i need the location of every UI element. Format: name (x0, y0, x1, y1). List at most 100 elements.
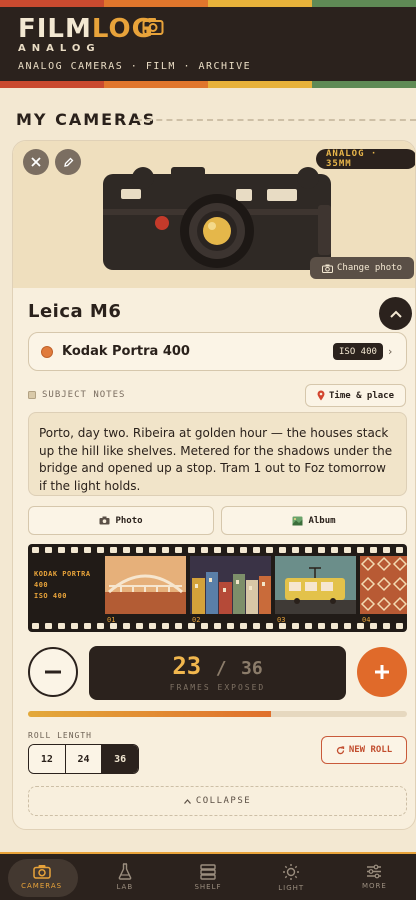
time-place-button[interactable]: Time & place (305, 384, 406, 407)
refresh-icon (336, 745, 344, 754)
frame-counter: 23 / 36 FRAMES EXPOSED (89, 646, 346, 700)
nav-label: MORE (361, 882, 387, 890)
format-badge: ANALOG · 35MM (316, 149, 415, 169)
new-roll-label: NEW ROLL (348, 745, 393, 755)
sprocket-hole (136, 547, 143, 553)
film-strip-label-line: 400 (34, 581, 49, 589)
close-button[interactable] (23, 149, 49, 175)
collapse-button[interactable]: COLLAPSE (28, 786, 407, 816)
sprocket-hole (331, 623, 338, 629)
sprocket-hole (266, 623, 273, 629)
sprocket-hole (305, 623, 312, 629)
sprocket-hole (32, 623, 39, 629)
change-photo-button[interactable]: Change photo (310, 257, 414, 279)
nav-label: LIGHT (278, 883, 305, 892)
sprocket-hole (175, 547, 182, 553)
sprocket-hole (318, 547, 325, 553)
roll-option-36[interactable]: 36 (102, 745, 138, 773)
nav-item-light[interactable]: LIGHT (250, 854, 333, 900)
sprocket-hole (149, 623, 156, 629)
sprocket-hole (123, 623, 130, 629)
sprocket-hole (45, 547, 52, 553)
film-frame[interactable] (105, 556, 186, 614)
camera-icon (321, 264, 333, 273)
sprocket-hole (266, 547, 273, 553)
frame-number: 02 (192, 616, 201, 624)
sprocket-hole (201, 623, 208, 629)
roll-progress-bar (28, 711, 407, 717)
pencil-icon (63, 157, 73, 167)
collapse-card-button[interactable] (379, 297, 412, 330)
sprocket-hole (58, 547, 65, 553)
sprocket-hole (240, 623, 247, 629)
sprocket-hole (123, 547, 130, 553)
sprocket-hole (396, 547, 403, 553)
tram-thumbnail (275, 556, 356, 614)
sprocket-hole (214, 623, 221, 629)
frame-count: 23 / 36 (89, 652, 346, 680)
frame-number: 01 (107, 616, 116, 624)
film-frame[interactable] (360, 556, 407, 614)
increment-frame-button[interactable] (357, 647, 407, 697)
film-selector[interactable]: Kodak Portra 400 ISO 400 › (28, 332, 407, 371)
film-frame[interactable] (275, 556, 356, 614)
app-tagline: ANALOG CAMERAS · FILM · ARCHIVE (18, 61, 252, 72)
roll-option-12[interactable]: 12 (29, 745, 66, 773)
change-photo-label: Change photo (336, 263, 403, 273)
app-logo: FILMLOG (18, 14, 154, 44)
subject-notes-field[interactable]: Porto, day two. Ribeira at golden hour —… (28, 412, 407, 496)
roll-progress-fill (28, 711, 271, 717)
sprocket-hole (162, 623, 169, 629)
close-icon (31, 157, 41, 167)
decrement-frame-button[interactable] (28, 647, 78, 697)
roll-option-24[interactable]: 24 (65, 745, 103, 773)
roll-length-selector: 12 24 36 (28, 744, 139, 774)
sun-icon (283, 863, 300, 880)
sliders-icon (367, 864, 382, 879)
sprocket-hole (370, 623, 377, 629)
add-album-button[interactable]: Album (221, 506, 407, 535)
photo-button-label: Photo (115, 515, 143, 526)
sprocket-hole (162, 547, 169, 553)
sprocket-hole (110, 547, 117, 553)
sprocket-hole (97, 623, 104, 629)
album-button-label: Album (308, 515, 336, 526)
sprocket-hole (32, 547, 39, 553)
chevron-up-icon (389, 310, 402, 318)
nav-item-cameras[interactable]: CAMERAS (0, 854, 83, 900)
nav-label: CAMERAS (21, 882, 63, 890)
add-photo-button[interactable]: Photo (28, 506, 214, 535)
plus-icon (375, 665, 389, 679)
sprocket-hole (292, 547, 299, 553)
chevron-right-icon: › (388, 345, 393, 358)
sprocket-hole (344, 547, 351, 553)
camera-name: Leica M6 (28, 301, 122, 322)
sprocket-hole (136, 623, 143, 629)
app-header: FILMLOG ANALOG ANALOG CAMERAS · FILM · A… (0, 0, 416, 88)
camera-photo: ANALOG · 35MM Change photo (13, 141, 415, 288)
sprocket-hole (149, 547, 156, 553)
nav-label: SHELF (194, 882, 222, 891)
film-strip-label-line: KODAK PORTRA (34, 570, 91, 578)
minus-icon (45, 670, 61, 674)
edit-button[interactable] (55, 149, 81, 175)
roll-length-label: ROLL LENGTH (28, 731, 92, 740)
film-name: Kodak Portra 400 (62, 344, 190, 359)
nav-item-more[interactable]: MORE (333, 854, 416, 900)
flask-icon (118, 863, 132, 880)
sprocket-hole (292, 623, 299, 629)
nav-item-shelf[interactable]: SHELF (166, 854, 249, 900)
frame-number: 04 (362, 616, 371, 624)
new-roll-button[interactable]: NEW ROLL (321, 736, 407, 764)
sprocket-hole (58, 623, 65, 629)
sprocket-hole (253, 547, 260, 553)
sprocket-hole (331, 547, 338, 553)
sprocket-hole (227, 623, 234, 629)
film-strip[interactable]: KODAK PORTRA 400 ISO 400 01 02 03 04 (28, 544, 407, 632)
sprocket-hole (188, 547, 195, 553)
sprocket-hole (357, 547, 364, 553)
film-color-dot (41, 345, 53, 358)
nav-item-lab[interactable]: LAB (83, 854, 166, 900)
sprocket-hole (71, 547, 78, 553)
film-frame[interactable] (190, 556, 271, 614)
